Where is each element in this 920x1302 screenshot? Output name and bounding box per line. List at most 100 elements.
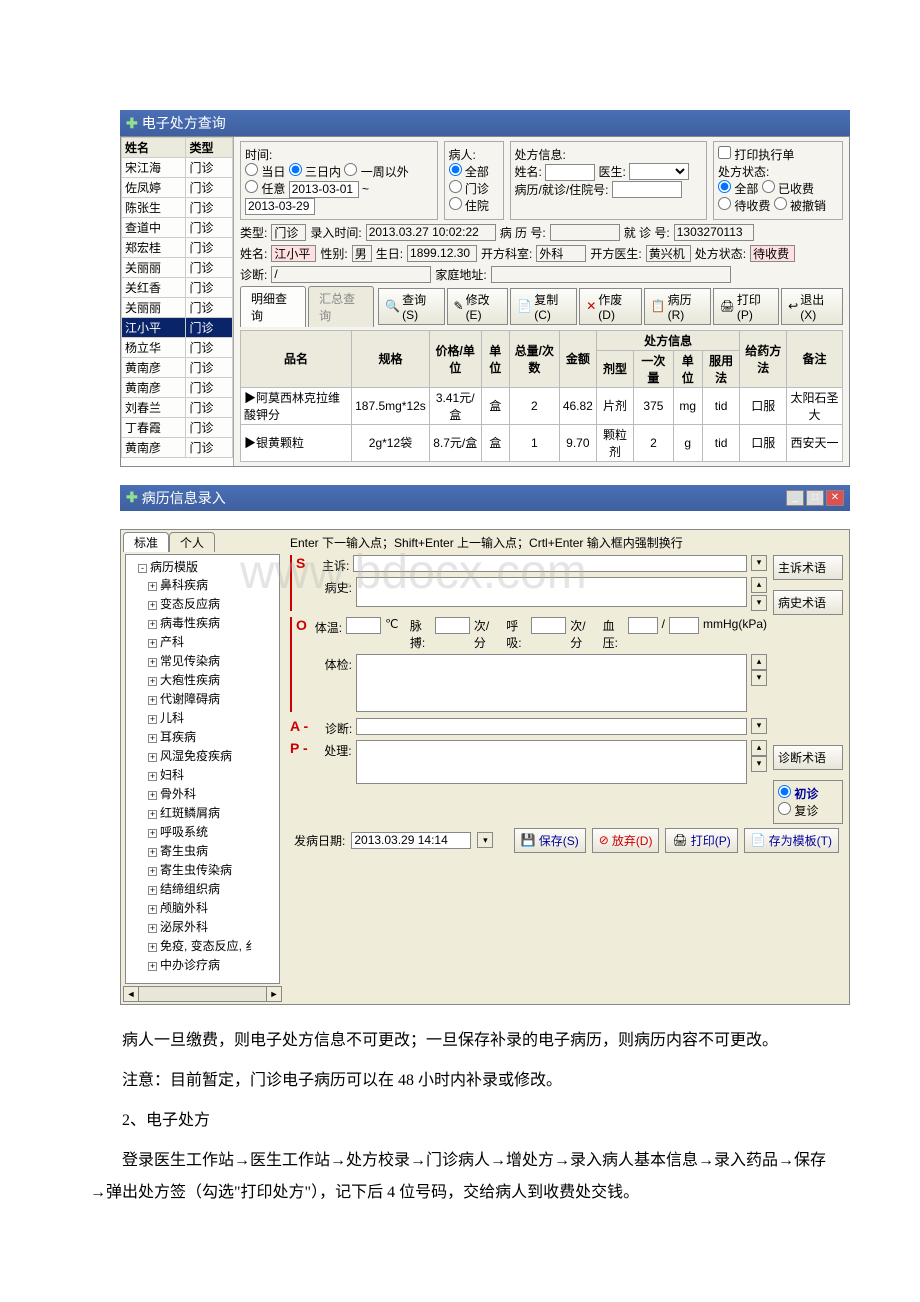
tree-item[interactable]: +呼吸系统	[148, 822, 277, 841]
radio-any[interactable]: 任意	[245, 182, 285, 196]
resp-input[interactable]	[531, 617, 566, 634]
temp-input[interactable]	[346, 617, 381, 634]
patient-row[interactable]: 黄南彦门诊	[122, 378, 233, 398]
patient-row[interactable]: 黄南彦门诊	[122, 438, 233, 458]
patient-row[interactable]: 黄南彦门诊	[122, 358, 233, 378]
tab-detail[interactable]: 明细查询	[240, 286, 306, 327]
minimize-button[interactable]: _	[786, 490, 804, 506]
radio-outpatient[interactable]: 门诊	[449, 182, 489, 196]
tree-item[interactable]: +病毒性疾病	[148, 613, 277, 632]
patient-row[interactable]: 杨立华门诊	[122, 338, 233, 358]
patient-row[interactable]: 江小平门诊	[122, 318, 233, 338]
save-button[interactable]: 💾保存(S)	[514, 828, 586, 853]
tree-item[interactable]: +寄生虫传染病	[148, 860, 277, 879]
radio-all-patients[interactable]: 全部	[449, 165, 489, 179]
save-template-button[interactable]: 📄存为模板(T)	[744, 828, 839, 853]
exam-input[interactable]	[356, 654, 747, 712]
history-term-button[interactable]: 病史术语	[773, 590, 843, 615]
tree-item[interactable]: +代谢障碍病	[148, 689, 277, 708]
tree-item[interactable]: +耳疾病	[148, 727, 277, 746]
tree-item[interactable]: +结缔组织病	[148, 879, 277, 898]
tree-item[interactable]: +儿科	[148, 708, 277, 727]
drug-row[interactable]: ▶银黄颗粒2g*12袋8.7元/盒盒19.70颗粒剂2gtid口服西安天一	[241, 424, 843, 461]
history-input[interactable]	[356, 577, 747, 607]
exit-button[interactable]: ↩退出(X)	[781, 288, 843, 325]
radio-inpatient[interactable]: 住院	[449, 199, 489, 213]
patient-row[interactable]: 关红香门诊	[122, 278, 233, 298]
tree-item[interactable]: +产科	[148, 632, 277, 651]
modify-button[interactable]: ✎修改(E)	[447, 288, 509, 325]
tree-item[interactable]: +常见传染病	[148, 651, 277, 670]
patient-row[interactable]: 刘春兰门诊	[122, 398, 233, 418]
tree-item[interactable]: +免疫, 变态反应, 纟	[148, 936, 277, 955]
tree-item[interactable]: +骨外科	[148, 784, 277, 803]
tx-input[interactable]	[356, 740, 747, 784]
radio-status-void[interactable]: 被撤销	[774, 199, 826, 213]
bp-dia-input[interactable]	[669, 617, 699, 634]
tree-item[interactable]: +大疱性疾病	[148, 670, 277, 689]
scroll-left-icon[interactable]: ◄	[123, 986, 139, 1002]
filter-name-input[interactable]	[545, 164, 595, 181]
template-tree[interactable]: -病历模版 +鼻科疾病+变态反应病+病毒性疾病+产科+常见传染病+大疱性疾病+代…	[125, 554, 280, 984]
chief-term-button[interactable]: 主诉术语	[773, 555, 843, 580]
print-button-2[interactable]: 🖨打印(P)	[665, 828, 737, 853]
dx-input[interactable]	[356, 718, 747, 735]
patient-row[interactable]: 关丽丽门诊	[122, 258, 233, 278]
filter-record-input[interactable]	[612, 181, 682, 198]
tree-item[interactable]: +寄生虫病	[148, 841, 277, 860]
tree-tab-standard[interactable]: 标准	[123, 532, 169, 552]
scroll-up-icon[interactable]: ▴	[751, 740, 767, 756]
radio-status-all[interactable]: 全部	[718, 182, 758, 196]
print-button[interactable]: 🖨打印(P)	[713, 288, 780, 325]
tree-item[interactable]: +鼻科疾病	[148, 575, 277, 594]
patient-row[interactable]: 查道中门诊	[122, 218, 233, 238]
patient-row[interactable]: 关丽丽门诊	[122, 298, 233, 318]
radio-today[interactable]: 当日	[245, 165, 285, 179]
drug-row[interactable]: ▶阿莫西林克拉维酸钾分187.5mg*12s3.41元/盒盒246.82片剂37…	[241, 387, 843, 424]
patient-row[interactable]: 郑宏桂门诊	[122, 238, 233, 258]
scroll-down-icon[interactable]: ▾	[751, 756, 767, 772]
date-from[interactable]	[289, 181, 359, 198]
radio-status-unpaid[interactable]: 待收费	[718, 199, 770, 213]
dropdown-icon[interactable]: ▾	[477, 832, 493, 848]
radio-status-paid[interactable]: 已收费	[762, 182, 814, 196]
expand-icon[interactable]: ▾	[751, 718, 767, 734]
radio-first-visit[interactable]: 初诊	[778, 787, 818, 801]
expand-icon[interactable]: ▾	[751, 555, 767, 571]
scroll-up-icon[interactable]: ▴	[751, 577, 767, 593]
bp-sys-input[interactable]	[628, 617, 658, 634]
discard-button[interactable]: ⊘放弃(D)	[592, 828, 660, 853]
patient-row[interactable]: 佐凤婷门诊	[122, 178, 233, 198]
close-button[interactable]: ✕	[826, 490, 844, 506]
chk-print-exec[interactable]: 打印执行单	[718, 148, 794, 162]
scroll-up-icon[interactable]: ▴	[751, 654, 767, 670]
copy-button[interactable]: 📄复制(C)	[510, 288, 577, 325]
tree-item[interactable]: +颅脑外科	[148, 898, 277, 917]
patient-row[interactable]: 陈张生门诊	[122, 198, 233, 218]
tree-item[interactable]: +变态反应病	[148, 594, 277, 613]
scroll-down-icon[interactable]: ▾	[751, 595, 767, 611]
scroll-right-icon[interactable]: ►	[266, 986, 282, 1002]
tree-item[interactable]: +风湿免疫疾病	[148, 746, 277, 765]
tree-item[interactable]: +红斑鳞屑病	[148, 803, 277, 822]
record-button[interactable]: 📋病历(R)	[644, 288, 711, 325]
scroll-down-icon[interactable]: ▾	[751, 670, 767, 686]
void-button[interactable]: ✕作废(D)	[579, 288, 641, 325]
patient-row[interactable]: 丁春霞门诊	[122, 418, 233, 438]
query-button[interactable]: 🔍查询(S)	[378, 288, 444, 325]
radio-one-week[interactable]: 一周以外	[344, 165, 408, 179]
chief-input[interactable]	[353, 555, 747, 572]
patient-row[interactable]: 宋江海门诊	[122, 158, 233, 178]
dx-term-button[interactable]: 诊断术语	[773, 745, 843, 770]
date-to[interactable]	[245, 198, 315, 215]
onset-date-input[interactable]	[351, 832, 471, 849]
tab-summary[interactable]: 汇总查询	[308, 286, 374, 327]
tree-item[interactable]: +中办诊疗病	[148, 955, 277, 974]
maximize-button[interactable]: □	[806, 490, 824, 506]
tree-item[interactable]: +泌尿外科	[148, 917, 277, 936]
filter-doctor-select[interactable]	[629, 163, 689, 180]
radio-three-days[interactable]: 三日内	[289, 165, 341, 179]
tree-tab-personal[interactable]: 个人	[169, 532, 215, 552]
pulse-input[interactable]	[435, 617, 470, 634]
tree-item[interactable]: +妇科	[148, 765, 277, 784]
